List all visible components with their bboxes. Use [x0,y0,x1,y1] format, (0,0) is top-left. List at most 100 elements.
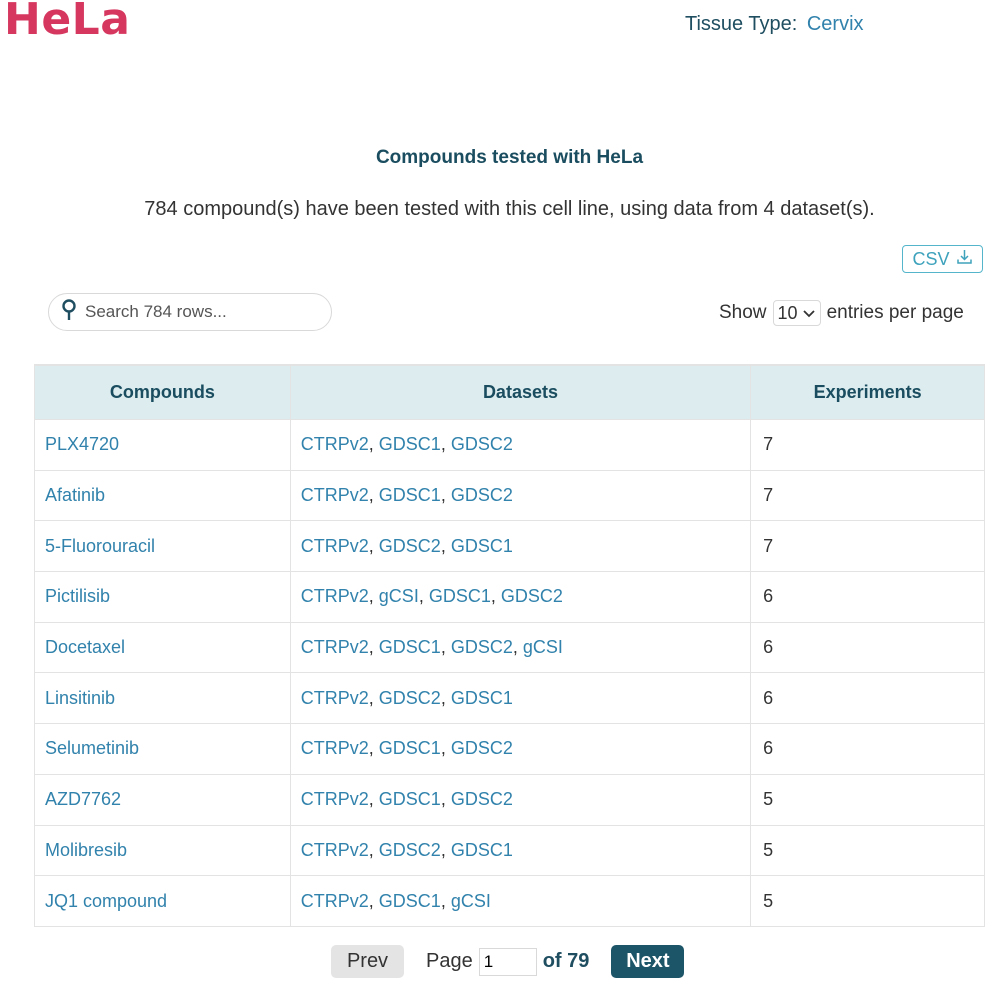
dataset-link[interactable]: GDSC2 [379,688,441,708]
compound-link[interactable]: Afatinib [45,485,105,505]
dataset-link[interactable]: gCSI [379,586,419,606]
experiments-cell: 6 [750,672,985,725]
experiments-cell: 6 [750,621,985,674]
dataset-link[interactable]: CTRPv2 [301,434,369,454]
compound-cell: Selumetinib [34,723,291,775]
compound-link[interactable]: PLX4720 [45,434,119,454]
cell-line-title: HeLa [4,0,131,45]
experiments-cell: 5 [750,824,985,877]
dataset-link[interactable]: GDSC1 [451,840,513,860]
dataset-link[interactable]: GDSC2 [451,789,513,809]
dataset-link[interactable]: CTRPv2 [301,840,369,860]
datasets-cell: CTRPv2, GDSC1, GDSC2 [289,773,752,826]
dataset-link[interactable]: GDSC1 [451,536,513,556]
dataset-link[interactable]: CTRPv2 [301,586,369,606]
dataset-separator: , [368,687,379,708]
dataset-link[interactable]: GDSC1 [379,891,441,911]
dataset-link[interactable]: GDSC1 [429,586,491,606]
search-icon [61,298,77,327]
experiments-cell: 6 [750,571,985,623]
dataset-link[interactable]: CTRPv2 [301,688,369,708]
entries-value: 10 [777,302,798,323]
dataset-link[interactable]: CTRPv2 [301,738,369,758]
page-number-input[interactable] [478,947,537,976]
datasets-cell: CTRPv2, GDSC1, GDSC2 [289,723,752,775]
entries-per-page: Show 10 entries per page [719,300,964,326]
compound-link[interactable]: AZD7762 [45,789,121,809]
download-icon [956,248,973,270]
dataset-separator: , [440,535,451,556]
dataset-link[interactable]: GDSC2 [451,434,513,454]
entries-suffix: entries per page [826,302,964,323]
dataset-link[interactable]: GDSC2 [451,637,513,657]
experiments-cell: 6 [750,723,985,775]
page-count: of 79 [542,950,590,972]
dataset-link[interactable]: GDSC1 [379,637,441,657]
datasets-cell: CTRPv2, gCSI, GDSC1, GDSC2 [289,571,752,623]
section-heading: Compounds tested with HeLa [375,147,644,168]
table-row: Docetaxel CTRPv2, GDSC1, GDSC2, gCSI 6 [34,621,985,674]
dataset-link[interactable]: GDSC2 [501,586,563,606]
dataset-link[interactable]: GDSC2 [451,738,513,758]
dataset-link[interactable]: CTRPv2 [301,485,369,505]
compound-cell: Pictilisib [34,571,291,623]
dataset-link[interactable]: CTRPv2 [301,891,369,911]
dataset-separator: , [440,738,451,759]
compound-link[interactable]: JQ1 compound [45,891,167,911]
compound-link[interactable]: Docetaxel [45,637,125,657]
datasets-cell: CTRPv2, GDSC1, gCSI [289,875,752,927]
experiments-cell: 5 [750,773,985,826]
search-box[interactable] [48,293,332,331]
compound-cell: Afatinib [34,469,291,522]
dataset-separator: , [490,586,501,607]
tissue-type-label: Tissue Type: [685,13,798,35]
compound-link[interactable]: Selumetinib [45,738,139,758]
next-button[interactable]: Next [611,945,685,978]
dataset-link[interactable]: GDSC1 [379,789,441,809]
datasets-cell: CTRPv2, GDSC2, GDSC1 [289,824,752,877]
dataset-link[interactable]: gCSI [523,637,563,657]
dataset-link[interactable]: GDSC2 [451,485,513,505]
experiments-cell: 7 [750,520,985,573]
dataset-link[interactable]: CTRPv2 [301,536,369,556]
dataset-link[interactable]: CTRPv2 [301,789,369,809]
column-header-compounds[interactable]: Compounds [34,364,291,420]
csv-download-button[interactable]: CSV [902,245,983,273]
compound-link[interactable]: Linsitinib [45,688,115,708]
experiments-cell: 7 [750,419,985,471]
dataset-separator: , [440,890,451,911]
section-summary: 784 compound(s) have been tested with th… [144,198,875,220]
entries-select[interactable]: 10 [772,300,821,326]
tissue-type: Tissue Type: Cervix [685,13,864,36]
dataset-separator: , [512,637,523,658]
tissue-type-link[interactable]: Cervix [807,13,864,35]
table-header-row: Compounds Datasets Experiments [34,364,985,420]
prev-button[interactable]: Prev [331,945,404,978]
dataset-link[interactable]: GDSC1 [379,485,441,505]
compound-cell: Linsitinib [34,672,291,725]
compound-link[interactable]: Molibresib [45,840,127,860]
compound-link[interactable]: Pictilisib [45,586,110,606]
dataset-link[interactable]: GDSC1 [451,688,513,708]
dataset-separator: , [440,485,451,506]
dataset-link[interactable]: CTRPv2 [301,637,369,657]
dataset-link[interactable]: gCSI [451,891,491,911]
dataset-separator: , [368,789,379,810]
column-header-datasets[interactable]: Datasets [289,364,752,420]
dataset-link[interactable]: GDSC2 [379,536,441,556]
table-row: PLX4720 CTRPv2, GDSC1, GDSC2 7 [34,419,985,471]
dataset-separator: , [368,738,379,759]
table-row: JQ1 compound CTRPv2, GDSC1, gCSI 5 [34,875,985,927]
dataset-separator: , [368,434,379,455]
compound-link[interactable]: 5-Fluorouracil [45,536,155,556]
column-header-experiments[interactable]: Experiments [750,364,985,420]
dataset-link[interactable]: GDSC2 [379,840,441,860]
chevron-down-icon [802,303,816,324]
dataset-link[interactable]: GDSC1 [379,434,441,454]
dataset-separator: , [418,586,429,607]
compound-cell: Molibresib [34,824,291,877]
table-row: Linsitinib CTRPv2, GDSC2, GDSC1 6 [34,672,985,725]
datasets-cell: CTRPv2, GDSC1, GDSC2 [289,419,752,471]
search-input[interactable] [83,301,307,323]
dataset-link[interactable]: GDSC1 [379,738,441,758]
